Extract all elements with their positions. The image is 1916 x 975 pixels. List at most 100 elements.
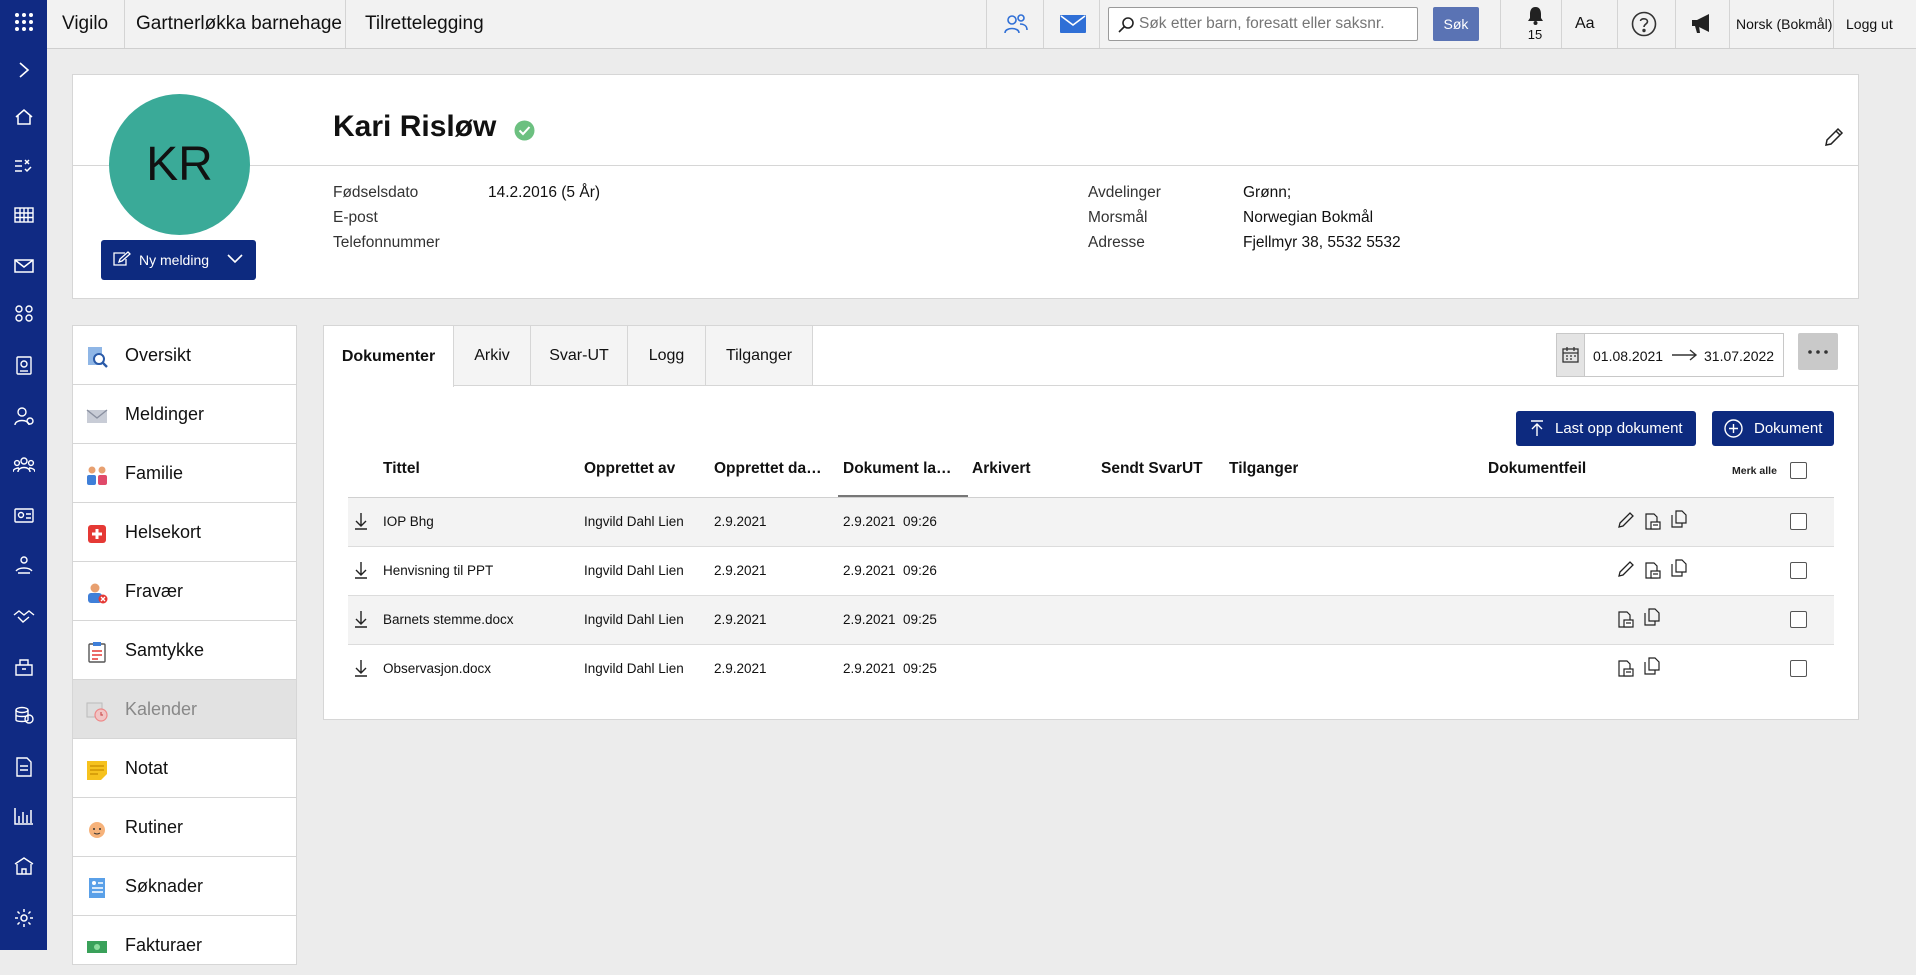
doc-created-date: 2.9.2021 <box>714 514 767 529</box>
col-header-created-by[interactable]: Opprettet av <box>584 460 675 478</box>
note-icon <box>87 761 107 780</box>
archive-doc-icon[interactable] <box>1644 513 1662 531</box>
school-icon[interactable] <box>0 848 47 884</box>
caregiver-icon[interactable] <box>0 547 47 583</box>
search-button[interactable]: Søk <box>1433 7 1479 41</box>
checklist-icon[interactable] <box>0 148 47 184</box>
menu-item-helsekort[interactable]: Helsekort <box>73 503 296 562</box>
archive-doc-icon[interactable] <box>1617 660 1635 678</box>
col-header-last-updated[interactable]: Dokument la… <box>843 460 953 478</box>
notifications-button[interactable]: 15 <box>1519 4 1551 44</box>
row-checkbox[interactable] <box>1790 660 1807 677</box>
institution-name[interactable]: Gartnerløkka barnehage <box>136 0 342 48</box>
copy-icon[interactable] <box>1671 510 1687 528</box>
download-icon[interactable] <box>354 610 368 628</box>
language-selector[interactable]: Norsk (Bokmål) <box>1736 0 1832 48</box>
id-card-icon[interactable] <box>0 497 47 533</box>
messages-envelope-icon[interactable] <box>1057 0 1089 48</box>
edit-pencil-icon[interactable] <box>1617 560 1635 578</box>
col-header-archived[interactable]: Arkivert <box>972 460 1031 478</box>
date-to[interactable]: 31.07.2022 <box>1704 348 1774 364</box>
people-icon[interactable] <box>0 447 47 483</box>
copy-icon[interactable] <box>1671 559 1687 577</box>
col-header-document-errors[interactable]: Dokumentfeil <box>1488 460 1586 478</box>
select-all-checkbox[interactable] <box>1790 462 1807 479</box>
menu-item-familie[interactable]: Familie <box>73 444 296 503</box>
mail-icon[interactable] <box>0 248 47 284</box>
child-name: Kari Risløw <box>333 110 497 143</box>
tab-arkiv[interactable]: Arkiv <box>454 326 531 385</box>
col-header-sent-svarut[interactable]: Sendt SvarUT <box>1101 460 1203 478</box>
copy-icon[interactable] <box>1644 657 1660 675</box>
document-icon[interactable] <box>0 749 47 785</box>
menu-item-meldinger[interactable]: Meldinger <box>73 385 296 444</box>
badge-icon[interactable] <box>0 347 47 383</box>
table-row[interactable]: Barnets stemme.docx Ingvild Dahl Lien 2.… <box>348 596 1834 645</box>
download-icon[interactable] <box>354 561 368 579</box>
home-icon[interactable] <box>0 99 47 135</box>
person-settings-icon[interactable] <box>0 398 47 434</box>
date-range-picker[interactable]: 01.08.2021 31.07.2022 <box>1556 333 1784 377</box>
upload-document-button[interactable]: Last opp dokument <box>1516 411 1696 446</box>
menu-item-label: Samtykke <box>125 639 205 660</box>
search-input[interactable] <box>1139 13 1411 35</box>
settings-gear-icon[interactable] <box>0 900 47 936</box>
menu-item-oversikt[interactable]: Oversikt <box>73 326 296 385</box>
logout-link[interactable]: Logg ut <box>1846 0 1893 48</box>
app-name[interactable]: Vigilo <box>62 0 108 48</box>
menu-item-notat[interactable]: Notat <box>73 739 296 798</box>
edit-pencil-icon[interactable] <box>1824 127 1844 147</box>
doc-title[interactable]: IOP Bhg <box>383 514 434 529</box>
download-icon[interactable] <box>354 512 368 530</box>
doc-title[interactable]: Henvisning til PPT <box>383 563 493 578</box>
row-checkbox[interactable] <box>1790 513 1807 530</box>
menu-item-fravaer[interactable]: Fravær <box>73 562 296 621</box>
archive-doc-icon[interactable] <box>1644 562 1662 580</box>
help-icon[interactable] <box>1631 0 1657 48</box>
tab-logg[interactable]: Logg <box>628 326 706 385</box>
building-icon[interactable] <box>0 648 47 684</box>
doc-title[interactable]: Barnets stemme.docx <box>383 612 514 627</box>
col-header-title[interactable]: Tittel <box>383 460 420 478</box>
menu-item-soknader[interactable]: Søknader <box>73 857 296 916</box>
archive-doc-icon[interactable] <box>1617 611 1635 629</box>
contacts-icon[interactable] <box>1000 0 1032 48</box>
table-row[interactable]: IOP Bhg Ingvild Dahl Lien 2.9.2021 2.9.2… <box>348 498 1834 547</box>
menu-item-fakturaer[interactable]: Fakturaer <box>73 916 296 975</box>
table-row[interactable]: Henvisning til PPT Ingvild Dahl Lien 2.9… <box>348 547 1834 596</box>
menu-item-rutiner[interactable]: Rutiner <box>73 798 296 857</box>
coins-icon[interactable] <box>0 697 47 733</box>
more-options-icon[interactable] <box>1798 333 1838 370</box>
add-document-button[interactable]: Dokument <box>1712 411 1834 446</box>
download-icon[interactable] <box>354 659 368 677</box>
new-message-button[interactable]: Ny melding <box>101 240 256 280</box>
announcements-megaphone-icon[interactable] <box>1690 0 1714 48</box>
edit-pencil-icon[interactable] <box>1617 511 1635 529</box>
tab-dokumenter[interactable]: Dokumenter <box>324 326 454 387</box>
chevron-down-icon[interactable] <box>227 253 243 265</box>
menu-item-kalender[interactable]: Kalender <box>73 680 296 739</box>
table-row[interactable]: Observasjon.docx Ingvild Dahl Lien 2.9.2… <box>348 645 1834 694</box>
section-name[interactable]: Tilrettelegging <box>365 0 484 48</box>
doc-title[interactable]: Observasjon.docx <box>383 661 491 676</box>
apps-grid-icon[interactable] <box>0 4 47 40</box>
date-from[interactable]: 01.08.2021 <box>1593 348 1663 364</box>
font-size-toggle[interactable]: Aa <box>1575 0 1595 48</box>
calendar-icon[interactable] <box>1557 334 1585 376</box>
tab-svar-ut[interactable]: Svar-UT <box>531 326 628 385</box>
group-icon[interactable] <box>0 296 47 332</box>
tab-tilganger[interactable]: Tilganger <box>706 326 813 385</box>
expand-chevron-icon[interactable] <box>0 52 47 88</box>
handshake-icon[interactable] <box>0 598 47 634</box>
row-checkbox[interactable] <box>1790 562 1807 579</box>
col-header-access[interactable]: Tilganger <box>1229 460 1298 478</box>
col-header-created-date[interactable]: Opprettet da… <box>714 460 824 478</box>
search-field[interactable] <box>1108 7 1418 41</box>
bar-chart-icon[interactable] <box>0 798 47 834</box>
divider <box>1729 0 1730 48</box>
grid-calendar-icon[interactable] <box>0 197 47 233</box>
row-checkbox[interactable] <box>1790 611 1807 628</box>
menu-item-samtykke[interactable]: Samtykke <box>73 621 296 680</box>
baby-icon <box>89 822 105 838</box>
copy-icon[interactable] <box>1644 608 1660 626</box>
